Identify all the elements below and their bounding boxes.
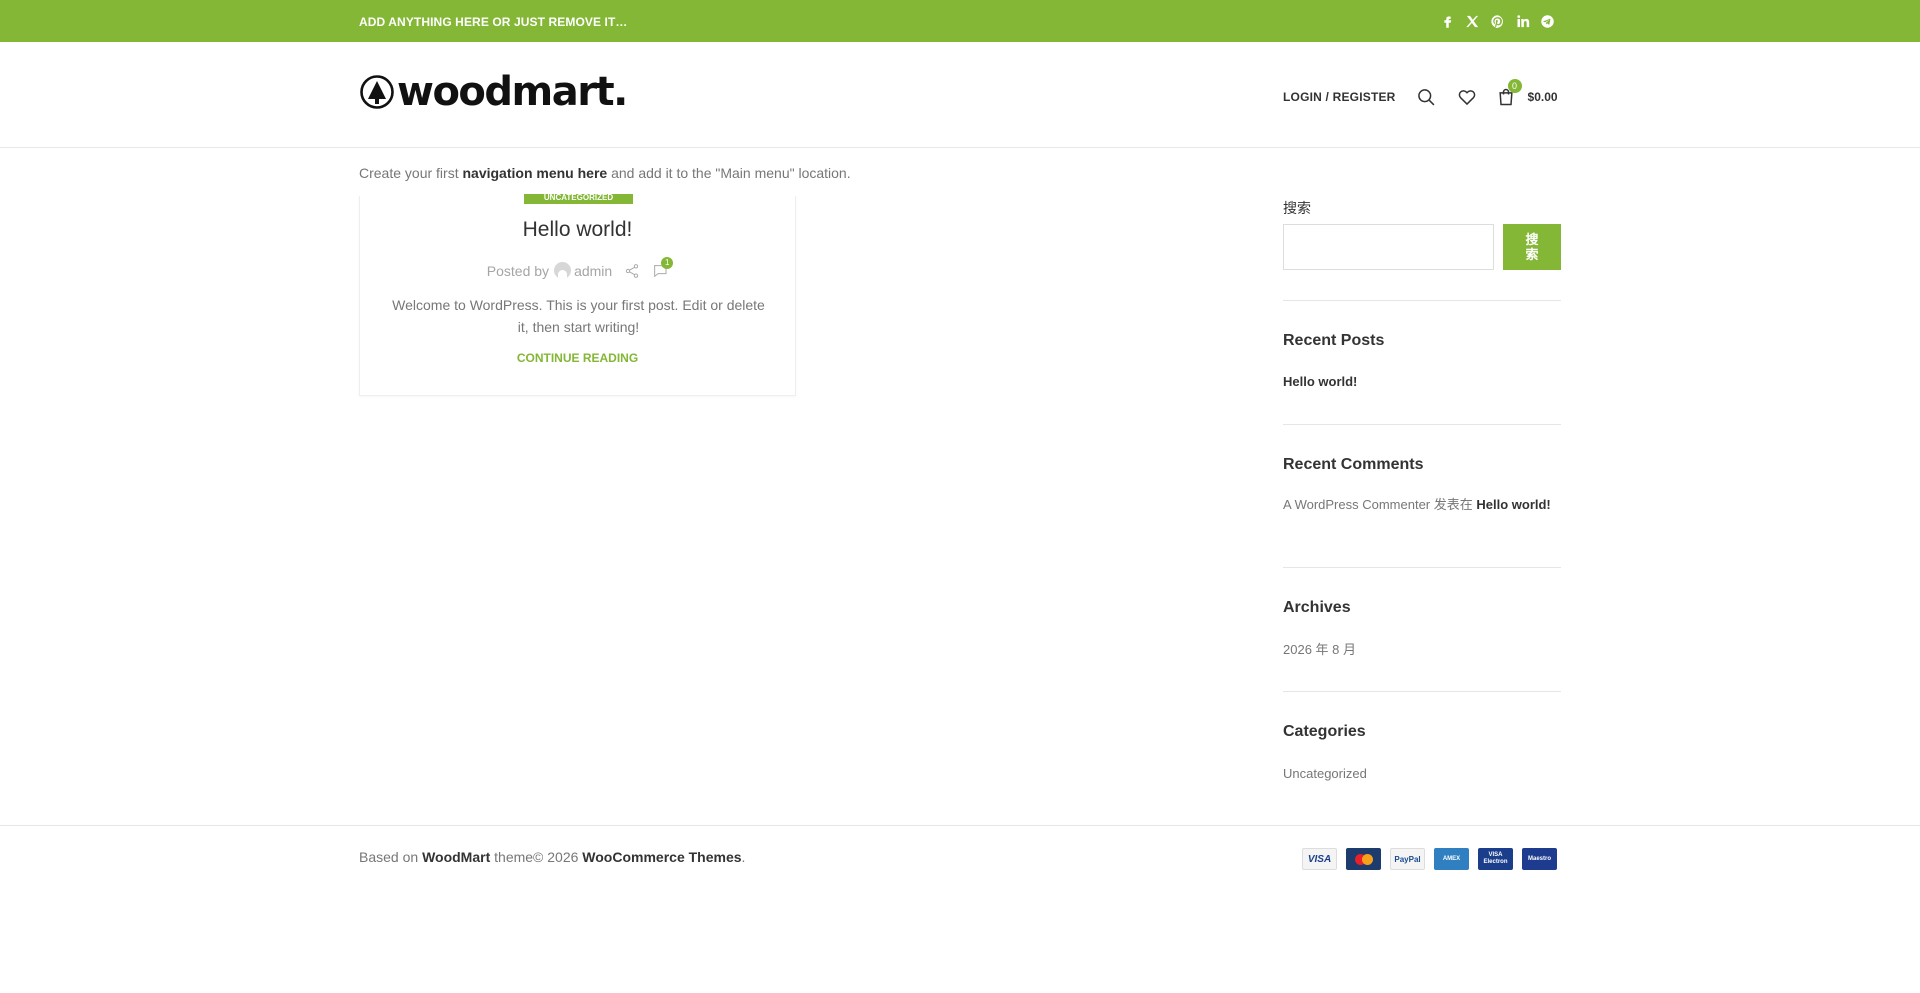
telegram-icon[interactable] xyxy=(1539,12,1555,30)
blog-post-card: UNCATEGORIZED Hello world! Posted by adm… xyxy=(359,194,796,396)
widget-divider xyxy=(1283,300,1561,301)
categories-title: Categories xyxy=(1283,723,1366,740)
cart-button[interactable]: 0 $0.00 xyxy=(1496,79,1558,107)
wishlist-heart-icon[interactable] xyxy=(1456,86,1478,108)
logo-text: woodmart. xyxy=(397,69,628,115)
post-author[interactable]: admin xyxy=(574,263,612,279)
recent-comment-item: A WordPress Commenter 发表在 Hello world! xyxy=(1283,495,1561,515)
nav-notice-suffix: and add it to the "Main menu" location. xyxy=(607,165,851,181)
logo-mark-icon xyxy=(360,75,394,109)
recent-posts-title: Recent Posts xyxy=(1283,332,1385,349)
widget-divider xyxy=(1283,691,1561,692)
facebook-icon[interactable] xyxy=(1439,12,1455,30)
recent-post-link[interactable]: Hello world! xyxy=(1283,374,1357,389)
archives-title: Archives xyxy=(1283,599,1351,616)
linkedin-icon[interactable] xyxy=(1514,12,1530,30)
posted-by-label: Posted by xyxy=(486,262,550,279)
top-bar-message: ADD ANYTHING HERE OR JUST REMOVE IT… xyxy=(359,15,628,29)
site-logo[interactable]: woodmart. xyxy=(359,69,628,115)
x-icon[interactable] xyxy=(1464,12,1480,30)
maestro-card-icon: Maestro xyxy=(1522,848,1557,870)
cart-total: $0.00 xyxy=(1527,90,1558,104)
search-widget-label: 搜索 xyxy=(1283,200,1311,216)
site-footer: Based on WoodMart theme© 2026 WooCommerc… xyxy=(0,825,1920,993)
post-title[interactable]: Hello world! xyxy=(360,218,795,242)
top-bar: ADD ANYTHING HERE OR JUST REMOVE IT… xyxy=(0,0,1920,42)
copyright-text: Based on WoodMart theme© 2026 WooCommerc… xyxy=(359,849,745,865)
header-actions: LOGIN / REGISTER 0 $0.00 xyxy=(1283,79,1558,110)
comments-icon[interactable]: 1 xyxy=(652,256,674,279)
post-excerpt: Welcome to WordPress. This is your first… xyxy=(392,297,765,335)
category-link[interactable]: Uncategorized xyxy=(1283,764,1561,784)
company-link[interactable]: WooCommerce Themes xyxy=(582,849,741,865)
mastercard-icon xyxy=(1346,848,1381,870)
nav-menu-link[interactable]: navigation menu here xyxy=(462,165,607,181)
amex-card-icon: AMEX xyxy=(1434,848,1469,870)
login-register-link[interactable]: LOGIN / REGISTER xyxy=(1283,90,1396,104)
social-links xyxy=(1439,12,1555,30)
nav-menu-notice: Create your first navigation menu here a… xyxy=(359,165,851,181)
comment-on-label: 发表在 xyxy=(1430,497,1477,512)
copyright-end: . xyxy=(741,849,746,865)
nav-notice-prefix: Create your first xyxy=(359,165,463,181)
visa-electron-icon: VISA Electron xyxy=(1478,848,1513,870)
share-icon[interactable] xyxy=(624,263,640,279)
comment-author[interactable]: A WordPress Commenter xyxy=(1283,497,1430,512)
search-input[interactable] xyxy=(1283,224,1494,270)
theme-link[interactable]: WoodMart xyxy=(422,849,490,865)
visa-card-icon: VISA xyxy=(1302,848,1337,870)
widget-divider xyxy=(1283,567,1561,568)
based-on-label: Based on xyxy=(359,849,423,865)
site-header: woodmart. LOGIN / REGISTER 0 $0.00 xyxy=(0,42,1920,148)
continue-reading-link[interactable]: CONTINUE READING xyxy=(360,351,795,365)
comment-count-badge: 1 xyxy=(661,256,674,269)
post-category-badge[interactable]: UNCATEGORIZED xyxy=(524,194,633,204)
payment-methods: VISA PayPal AMEX VISA Electron Maestro xyxy=(1302,848,1557,870)
post-meta: Posted by admin 1 xyxy=(360,256,795,279)
search-button[interactable]: 搜索 xyxy=(1503,224,1561,270)
comment-post-link[interactable]: Hello world! xyxy=(1476,497,1550,512)
search-icon[interactable] xyxy=(1415,86,1437,108)
cart-count-badge: 0 xyxy=(1507,79,1522,93)
author-avatar xyxy=(554,262,572,279)
recent-comments-title: Recent Comments xyxy=(1283,456,1424,473)
paypal-icon: PayPal xyxy=(1390,848,1425,870)
pinterest-icon[interactable] xyxy=(1489,12,1505,30)
archive-link[interactable]: 2026 年 8 月 xyxy=(1283,640,1561,660)
widget-divider xyxy=(1283,424,1561,425)
copyright-mid: theme© 2026 xyxy=(490,849,583,865)
